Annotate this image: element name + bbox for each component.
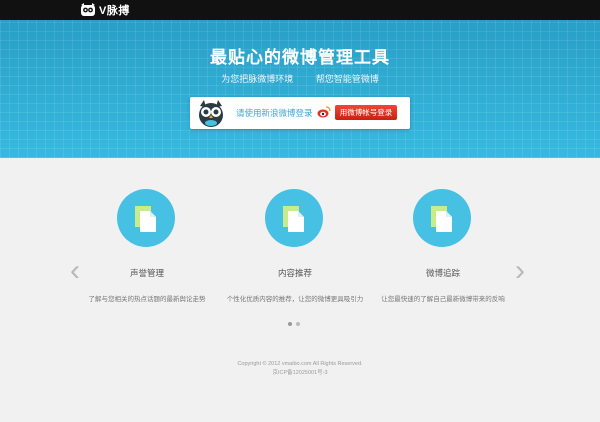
top-bar: V脉搏	[0, 0, 600, 20]
carousel-next-arrow[interactable]: ›	[515, 256, 525, 286]
weibo-logo-icon	[317, 106, 331, 118]
footer-icp[interactable]: 京ICP备12025001号-3	[0, 369, 600, 378]
brand-name: V脉搏	[99, 5, 130, 17]
carousel-dot[interactable]	[296, 322, 300, 326]
login-prompt: 请使用新浪微博登录	[236, 108, 313, 118]
owl-logo-icon	[81, 3, 95, 16]
owl-mascot-icon	[199, 100, 223, 127]
brand[interactable]: V脉搏	[80, 2, 130, 18]
feature-title: 微博追踪	[425, 268, 460, 278]
feature-title: 内容推荐	[277, 268, 312, 278]
feature-description: 个性化优质内容的推荐，让您的微博更具吸引力	[226, 296, 364, 303]
feature-description: 了解与您相关的热点话题的最新舆论走势	[88, 296, 206, 303]
footer: Copyright © 2012 vmaibo.com All Rights R…	[0, 360, 600, 378]
hero-banner: 最贴心的微博管理工具 为您把脉微博环境 帮您智能管微博 请使用新浪微博登录 用微…	[0, 20, 600, 158]
feature-description: 让您最快速的了解自己最新微博带来的反响	[381, 296, 505, 303]
weibo-login-button[interactable]: 用微博帐号登录	[335, 105, 397, 120]
document-icon	[431, 206, 452, 232]
footer-copyright: Copyright © 2012 vmaibo.com All Rights R…	[237, 361, 363, 367]
carousel-dot[interactable]	[288, 322, 292, 326]
login-box: 请使用新浪微博登录 用微博帐号登录	[190, 97, 410, 129]
document-icon	[283, 206, 304, 232]
document-icon	[135, 206, 156, 232]
hero-title: 最贴心的微博管理工具	[210, 48, 390, 67]
carousel-dots	[288, 322, 300, 326]
hero-subtitle-right: 帮您智能管微博	[315, 74, 379, 84]
feature-title: 声誉管理	[129, 268, 164, 278]
hero-subtitle-left: 为您把脉微博环境	[221, 74, 294, 84]
hero-subtitle: 为您把脉微博环境 帮您智能管微博	[0, 72, 600, 85]
